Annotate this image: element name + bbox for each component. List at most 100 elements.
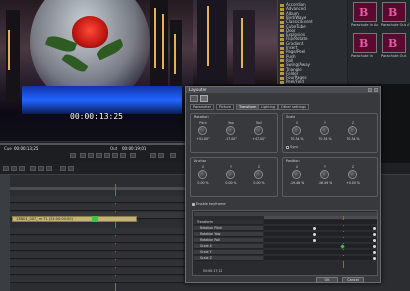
set-out-button[interactable] [130, 153, 136, 158]
set-in-button[interactable] [70, 153, 76, 158]
scale-y-value[interactable]: 70.34 % [315, 137, 335, 141]
timeline-tool-3[interactable] [19, 166, 25, 171]
keyframe-point[interactable] [313, 239, 316, 242]
player-preview[interactable]: 00:00:13:25 [0, 0, 193, 141]
anchor-z-knob[interactable] [254, 170, 263, 179]
anchor-z-label: Z [257, 165, 261, 169]
effect-thumb-1[interactable]: B [353, 2, 377, 22]
keyframe-point[interactable] [313, 227, 316, 230]
position-x-knob[interactable] [292, 170, 301, 179]
scale-y-knob[interactable] [320, 126, 329, 135]
keyframe-track[interactable] [264, 256, 377, 261]
tab-lighting[interactable]: Lighting [258, 104, 279, 110]
rotation-pitch-value[interactable]: +51.00° [193, 137, 213, 141]
tab-parameter[interactable]: Parameter [190, 104, 215, 110]
scale-x-knob[interactable] [292, 126, 301, 135]
timeline-tool-8[interactable] [68, 166, 74, 171]
timeline-tool-1[interactable] [3, 166, 9, 171]
enable-keyframe-checkbox[interactable]: Enable keyframe [192, 202, 226, 206]
anchor-z-value[interactable]: 0.00 % [249, 181, 269, 185]
timeline-tool-5[interactable] [38, 166, 44, 171]
scale-x-value[interactable]: 70.34 % [287, 137, 307, 141]
timeline-tool-4[interactable] [30, 166, 36, 171]
keyframe-point[interactable] [373, 239, 376, 242]
timeline-ruler[interactable] [10, 187, 190, 190]
fast-forward-button[interactable] [112, 153, 118, 158]
insert-button[interactable] [150, 153, 156, 158]
rotation-roll-value[interactable]: +47.00° [249, 137, 269, 141]
timeline-tool-6[interactable] [46, 166, 52, 171]
close-icon[interactable] [374, 88, 378, 92]
keyframe-track[interactable] [264, 220, 377, 225]
track-row[interactable] [10, 252, 190, 259]
keyframe-point[interactable] [373, 251, 376, 254]
keyframe-editor: Transform Rotation Pitch Rotation Yaw Rotat… [192, 210, 378, 276]
keyframe-row[interactable]: Rotation Roll [194, 238, 263, 243]
keyframe-ruler[interactable] [264, 216, 377, 219]
rotation-roll-knob[interactable] [254, 126, 263, 135]
keyframe-row[interactable]: Transform [194, 220, 263, 225]
scale-z-knob[interactable] [348, 126, 357, 135]
timeline-tool-2[interactable] [11, 166, 17, 171]
anchor-y-knob[interactable] [226, 170, 235, 179]
track-row[interactable] [10, 204, 190, 211]
keyframe-row[interactable]: Scale X [194, 244, 263, 249]
keyframe-point[interactable] [373, 245, 376, 248]
track-row[interactable] [10, 260, 190, 267]
position-y-knob[interactable] [320, 170, 329, 179]
keyframe-track[interactable] [264, 250, 377, 255]
position-y-value[interactable]: -16.49 % [315, 181, 335, 185]
rotation-yaw-value[interactable]: -17.00° [221, 137, 241, 141]
effect-folder-item[interactable]: Peel/Fold [280, 79, 346, 84]
keyframe-row[interactable]: Scale Y [194, 250, 263, 255]
keyframe-point[interactable] [313, 233, 316, 236]
effect-thumb-4[interactable]: B [382, 33, 406, 53]
position-z-knob[interactable] [348, 170, 357, 179]
rotation-pitch-knob[interactable] [198, 126, 207, 135]
export-button[interactable] [170, 153, 176, 158]
play-button[interactable] [96, 153, 102, 158]
track-row[interactable] [10, 228, 190, 235]
scale-z-value[interactable]: 70.34 % [343, 137, 363, 141]
anchor-x-knob[interactable] [198, 170, 207, 179]
timeline-clip[interactable]: 13BG1_007_ m TL (24:00:00:00) [12, 216, 137, 222]
tab-transform[interactable]: Transform [236, 104, 260, 110]
sync-checkbox[interactable]: Sync [286, 145, 298, 149]
track-row[interactable] [10, 196, 190, 203]
anchor-x-value[interactable]: 0.00 % [193, 181, 213, 185]
minimize-button[interactable] [368, 88, 372, 92]
rotation-yaw-knob[interactable] [226, 126, 235, 135]
position-z-value[interactable]: +0.00 % [343, 181, 363, 185]
keyframe-point[interactable] [373, 227, 376, 230]
tab-picture[interactable]: Picture [216, 104, 235, 110]
keyframe-row[interactable]: Scale Z [194, 256, 263, 261]
keyframe-row[interactable]: Rotation Pitch [194, 226, 263, 231]
track-row[interactable] [10, 268, 190, 275]
keyframe-track[interactable] [264, 238, 377, 243]
loop-button[interactable] [120, 153, 126, 158]
effect-thumb-3[interactable]: B [353, 33, 377, 53]
keyframe-track[interactable] [264, 244, 377, 249]
scrubber-track[interactable] [0, 143, 193, 145]
keyframe-track[interactable] [264, 226, 377, 231]
anchor-y-value[interactable]: 0.00 % [221, 181, 241, 185]
keyframe-row[interactable]: Rotation Yaw [194, 232, 263, 237]
mode-3d-button[interactable] [200, 95, 208, 102]
mode-2d-button[interactable] [190, 95, 198, 102]
ok-button[interactable]: OK [316, 277, 338, 283]
keyframe-point[interactable] [373, 233, 376, 236]
keyframe-track[interactable] [264, 232, 377, 237]
keyframe-point[interactable] [373, 257, 376, 260]
cancel-button[interactable]: Cancel [342, 277, 364, 283]
track-row[interactable] [10, 244, 190, 251]
step-forward-button[interactable] [104, 153, 110, 158]
track-row[interactable] [10, 236, 190, 243]
timeline-tool-7[interactable] [60, 166, 66, 171]
track-row[interactable] [10, 276, 190, 283]
position-x-value[interactable]: -19.46 % [287, 181, 307, 185]
tab-other-settings[interactable]: Other settings [278, 104, 310, 110]
effect-thumb-2[interactable]: B [382, 2, 406, 22]
rewind-button[interactable] [80, 153, 86, 158]
step-back-button[interactable] [88, 153, 94, 158]
overwrite-button[interactable] [158, 153, 164, 158]
